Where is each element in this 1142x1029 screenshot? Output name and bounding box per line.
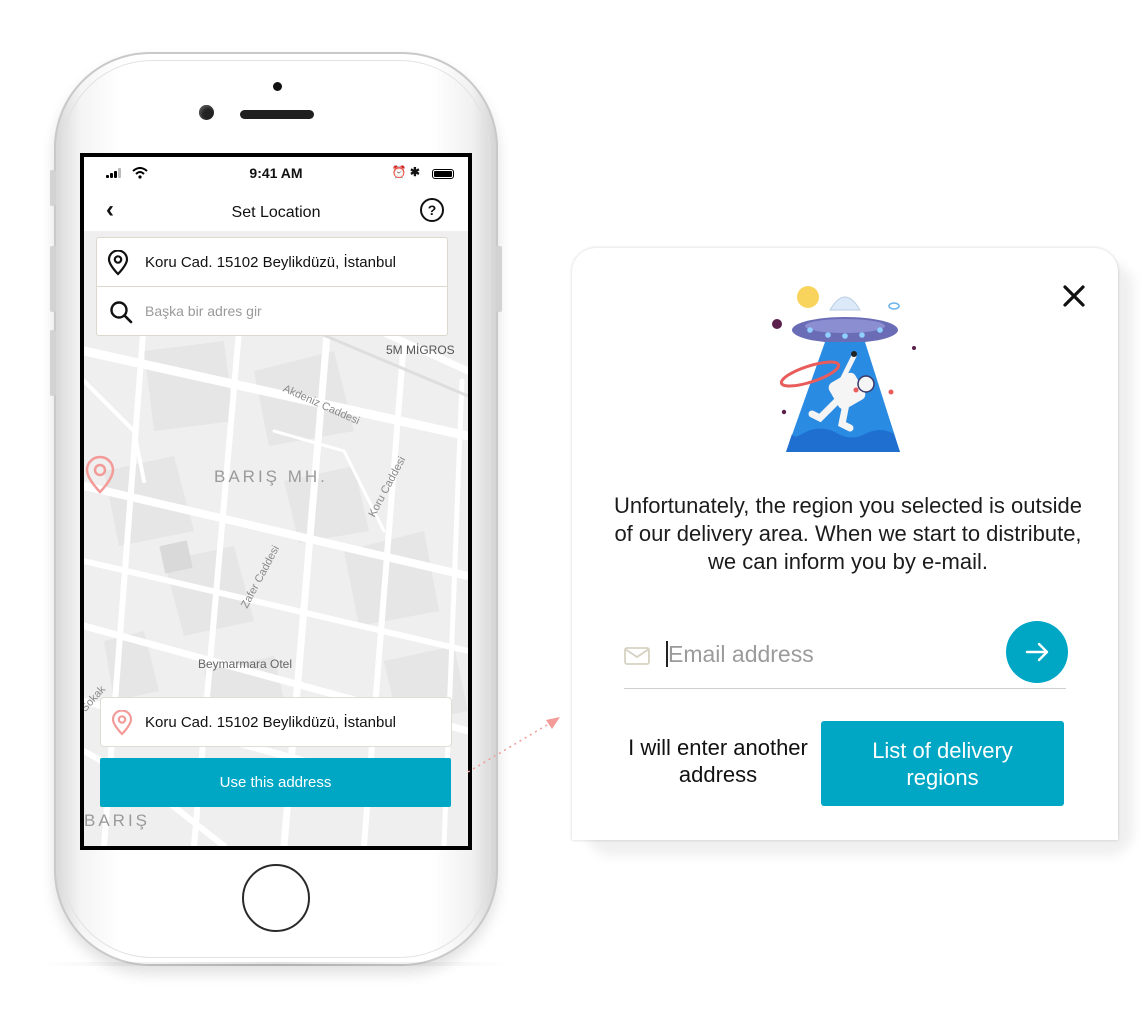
out-of-area-modal: Unfortunately, the region you selected i… xyxy=(572,248,1118,840)
list-delivery-regions-button[interactable]: List of delivery regions xyxy=(821,721,1064,806)
address-search-card: Koru Cad. 15102 Beylikdüzü, İstanbul Baş… xyxy=(96,237,448,336)
enter-another-address-link[interactable]: I will enter another address xyxy=(618,734,818,788)
arrow-right-icon xyxy=(1025,642,1049,662)
mail-icon xyxy=(624,647,650,665)
current-address-text: Koru Cad. 15102 Beylikdüzü, İstanbul xyxy=(145,254,396,271)
search-address-row[interactable]: Başka bir adres gir xyxy=(97,286,447,335)
mute-switch[interactable] xyxy=(50,170,56,206)
front-camera xyxy=(199,105,214,120)
question-circle-icon[interactable]: ? xyxy=(420,198,444,222)
earpiece-speaker xyxy=(240,110,314,119)
volume-down-button[interactable] xyxy=(50,330,56,396)
out-of-area-message: Unfortunately, the region you selected i… xyxy=(614,493,1082,574)
search-icon xyxy=(110,301,133,324)
location-pin-icon xyxy=(111,710,133,736)
selected-address-card[interactable]: Koru Cad. 15102 Beylikdüzü, İstanbul xyxy=(100,697,452,747)
proximity-sensor xyxy=(273,82,282,91)
page-title: Set Location xyxy=(231,204,321,221)
status-bar: 9:41 AM ⏰ ✱ xyxy=(84,157,468,193)
volume-up-button[interactable] xyxy=(50,246,56,312)
map-label-otel: Beymarmara Otel xyxy=(198,657,293,671)
alarm-bluetooth-icons: ⏰ ✱ xyxy=(391,165,420,179)
ufo-astronaut-illustration xyxy=(772,286,916,452)
battery-icon xyxy=(432,169,454,179)
selected-address-text: Koru Cad. 15102 Beylikdüzü, İstanbul xyxy=(145,714,396,731)
email-input[interactable] xyxy=(668,636,988,672)
location-pin-icon[interactable] xyxy=(84,455,116,495)
submit-email-button[interactable] xyxy=(1006,621,1068,683)
navigation-bar: ‹ Set Location ? xyxy=(84,193,468,231)
phone-shadow xyxy=(40,962,510,966)
home-button[interactable] xyxy=(242,864,310,932)
email-field-row xyxy=(624,621,1068,689)
connector-arrow xyxy=(467,717,560,773)
close-icon[interactable] xyxy=(1060,282,1088,310)
use-this-address-button[interactable]: Use this address xyxy=(100,758,451,807)
search-input[interactable]: Başka bir adres gir xyxy=(145,303,262,319)
map-label-baris-mh: BARIŞ MH. xyxy=(214,467,328,486)
location-pin-icon xyxy=(107,250,129,276)
map-label-baris: BARIŞ xyxy=(84,811,151,830)
phone-screen: 9:41 AM ⏰ ✱ ‹ Set Location ? 5M MİGROS A… xyxy=(80,153,472,850)
power-button[interactable] xyxy=(496,246,502,312)
current-address-row[interactable]: Koru Cad. 15102 Beylikdüzü, İstanbul xyxy=(97,238,447,286)
map-label-migros: 5M MİGROS xyxy=(386,343,455,357)
